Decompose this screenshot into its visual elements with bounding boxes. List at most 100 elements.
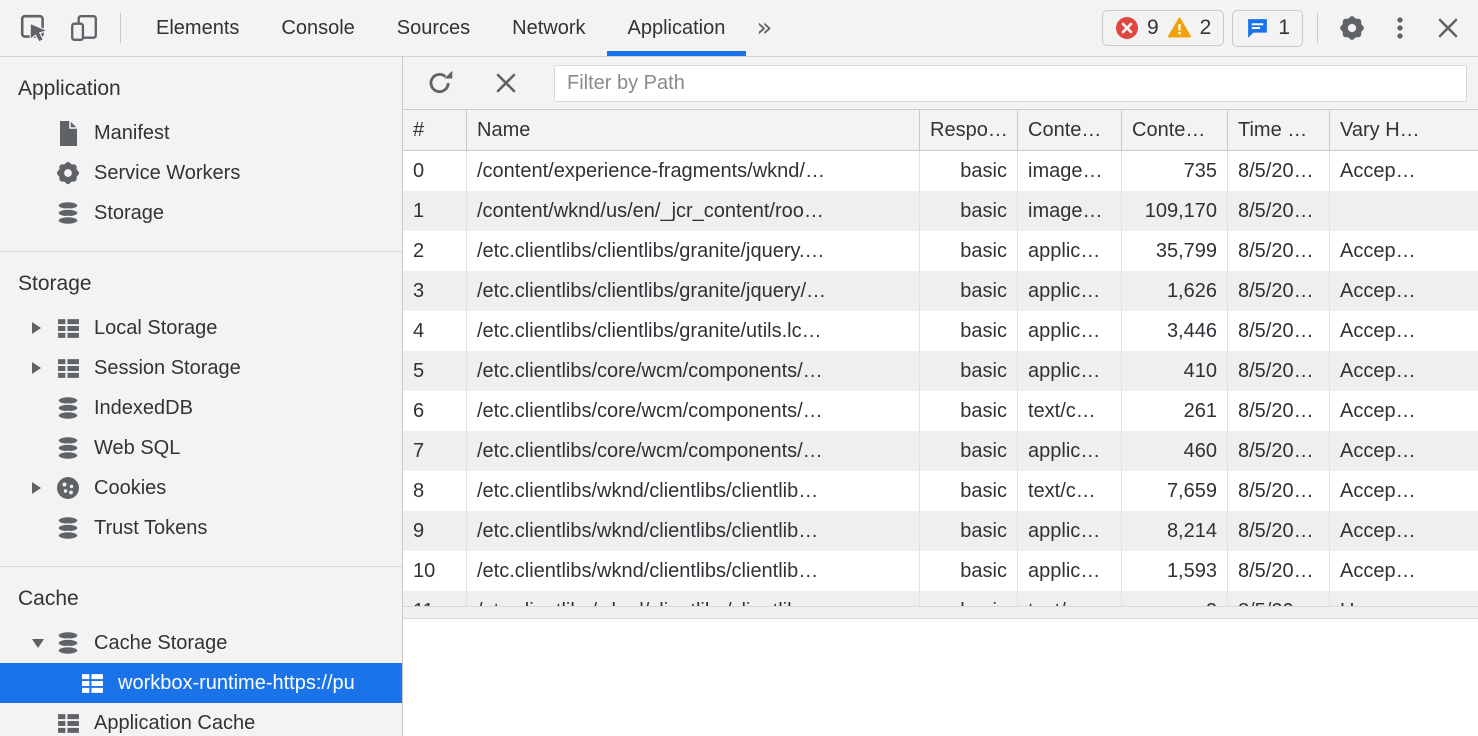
cell-content-type: applic… bbox=[1018, 511, 1122, 551]
cell-index: 11 bbox=[403, 591, 467, 606]
message-icon bbox=[1245, 16, 1270, 41]
table-icon bbox=[54, 316, 82, 341]
sidebar-item-label: Cookies bbox=[94, 477, 166, 500]
expander-collapsed-icon[interactable] bbox=[32, 482, 54, 494]
settings-button[interactable] bbox=[1332, 8, 1372, 48]
column-header-time-cached[interactable]: Time … bbox=[1228, 110, 1330, 150]
filter-by-path-input[interactable] bbox=[554, 65, 1467, 102]
cell-content-length: 1,593 bbox=[1122, 551, 1228, 591]
cell-response-type: basic bbox=[920, 231, 1018, 271]
cache-entry-preview-pane bbox=[403, 619, 1478, 736]
error-count: 9 bbox=[1147, 16, 1159, 40]
table-row[interactable]: 2 /etc.clientlibs/clientlibs/granite/jqu… bbox=[403, 231, 1478, 271]
sidebar-item-trust-tokens[interactable]: Trust Tokens bbox=[0, 508, 402, 548]
console-errors-warnings-badge[interactable]: 9 2 bbox=[1102, 10, 1224, 46]
cell-content-type: applic… bbox=[1018, 351, 1122, 391]
application-sidebar: Application Manifest bbox=[0, 57, 403, 736]
device-toolbar-icon bbox=[69, 13, 99, 43]
device-toolbar-button[interactable] bbox=[64, 8, 104, 48]
column-header-index[interactable]: # bbox=[403, 110, 467, 150]
table-row[interactable]: 3 /etc.clientlibs/clientlibs/granite/jqu… bbox=[403, 271, 1478, 311]
cell-time-cached: 8/5/20… bbox=[1228, 511, 1330, 551]
table-row[interactable]: 7 /etc.clientlibs/core/wcm/components/… … bbox=[403, 431, 1478, 471]
sidebar-item-session-storage[interactable]: Session Storage bbox=[0, 348, 402, 388]
cell-response-type: basic bbox=[920, 151, 1018, 191]
file-icon bbox=[54, 120, 82, 147]
table-row[interactable]: 8 /etc.clientlibs/wknd/clientlibs/client… bbox=[403, 471, 1478, 511]
table-row[interactable]: 4 /etc.clientlibs/clientlibs/granite/uti… bbox=[403, 311, 1478, 351]
cell-content-type: applic… bbox=[1018, 231, 1122, 271]
expander-expanded-icon[interactable] bbox=[32, 639, 54, 648]
cell-index: 4 bbox=[403, 311, 467, 351]
sidebar-item-storage[interactable]: Storage bbox=[0, 193, 402, 233]
table-icon bbox=[54, 356, 82, 381]
column-header-name[interactable]: Name bbox=[467, 110, 920, 150]
cell-vary-header: Accep… bbox=[1330, 271, 1478, 311]
column-header-response-type[interactable]: Respo… bbox=[920, 110, 1018, 150]
warning-count: 2 bbox=[1200, 16, 1212, 40]
cell-vary-header: Accep… bbox=[1330, 511, 1478, 551]
sidebar-item-cookies[interactable]: Cookies bbox=[0, 468, 402, 508]
tab-elements[interactable]: Elements bbox=[135, 0, 260, 56]
close-devtools-button[interactable] bbox=[1428, 8, 1468, 48]
cell-response-type: basic bbox=[920, 351, 1018, 391]
gear-icon bbox=[54, 159, 82, 187]
cell-response-type: basic bbox=[920, 431, 1018, 471]
cell-index: 3 bbox=[403, 271, 467, 311]
cell-index: 6 bbox=[403, 391, 467, 431]
section-title: Cache bbox=[0, 583, 402, 623]
cell-time-cached: 8/5/20… bbox=[1228, 351, 1330, 391]
sidebar-item-local-storage[interactable]: Local Storage bbox=[0, 308, 402, 348]
table-row[interactable]: 10 /etc.clientlibs/wknd/clientlibs/clien… bbox=[403, 551, 1478, 591]
close-icon bbox=[494, 71, 518, 95]
table-row[interactable]: 11 /etc.clientlibs/wknd/clientlibs/clien… bbox=[403, 591, 1478, 606]
table-icon bbox=[78, 671, 106, 696]
tab-console[interactable]: Console bbox=[260, 0, 375, 56]
cell-response-type: basic bbox=[920, 271, 1018, 311]
sidebar-item-label: Storage bbox=[94, 202, 164, 225]
tab-sources[interactable]: Sources bbox=[376, 0, 491, 56]
more-options-button[interactable] bbox=[1380, 8, 1420, 48]
tab-application[interactable]: Application bbox=[607, 0, 747, 56]
sidebar-item-indexeddb[interactable]: IndexedDB bbox=[0, 388, 402, 428]
horizontal-scrollbar[interactable] bbox=[403, 606, 1478, 619]
toolbar-divider bbox=[120, 13, 121, 43]
sidebar-item-label: Trust Tokens bbox=[94, 517, 207, 540]
refresh-button[interactable] bbox=[420, 63, 460, 103]
table-row[interactable]: 6 /etc.clientlibs/core/wcm/components/… … bbox=[403, 391, 1478, 431]
cell-content-length: 460 bbox=[1122, 431, 1228, 471]
toolbar-divider bbox=[1317, 13, 1318, 43]
refresh-icon bbox=[426, 69, 454, 97]
expander-collapsed-icon[interactable] bbox=[32, 362, 54, 374]
cell-content-type: applic… bbox=[1018, 551, 1122, 591]
cell-index: 7 bbox=[403, 431, 467, 471]
table-row[interactable]: 0 /content/experience-fragments/wknd/… b… bbox=[403, 151, 1478, 191]
sidebar-item-cache-storage[interactable]: Cache Storage bbox=[0, 623, 402, 663]
sidebar-item-web-sql[interactable]: Web SQL bbox=[0, 428, 402, 468]
cell-index: 0 bbox=[403, 151, 467, 191]
cookie-icon bbox=[54, 475, 82, 501]
sidebar-item-label: Manifest bbox=[94, 122, 170, 145]
sidebar-item-manifest[interactable]: Manifest bbox=[0, 113, 402, 153]
issues-badge[interactable]: 1 bbox=[1232, 10, 1303, 47]
cell-time-cached: 8/5/20… bbox=[1228, 551, 1330, 591]
delete-selected-button[interactable] bbox=[486, 63, 526, 103]
more-tabs-button[interactable]: » bbox=[746, 0, 782, 56]
expander-collapsed-icon[interactable] bbox=[32, 322, 54, 334]
column-header-vary-header[interactable]: Vary H… bbox=[1330, 110, 1478, 150]
section-title: Application bbox=[0, 73, 402, 113]
table-row[interactable]: 1 /content/wknd/us/en/_jcr_content/roo… … bbox=[403, 191, 1478, 231]
sidebar-item-label: IndexedDB bbox=[94, 397, 193, 420]
database-icon bbox=[54, 395, 82, 422]
column-header-content-type[interactable]: Conte… bbox=[1018, 110, 1122, 150]
table-row[interactable]: 9 /etc.clientlibs/wknd/clientlibs/client… bbox=[403, 511, 1478, 551]
sidebar-item-application-cache[interactable]: Application Cache bbox=[0, 703, 402, 736]
table-row[interactable]: 5 /etc.clientlibs/core/wcm/components/… … bbox=[403, 351, 1478, 391]
sidebar-item-workbox-cache[interactable]: workbox-runtime-https://pu bbox=[0, 663, 402, 703]
column-header-content-length[interactable]: Conte… bbox=[1122, 110, 1228, 150]
inspect-element-button[interactable] bbox=[14, 8, 54, 48]
cell-vary-header: U… bbox=[1330, 591, 1478, 606]
sidebar-item-service-workers[interactable]: Service Workers bbox=[0, 153, 402, 193]
tab-network[interactable]: Network bbox=[491, 0, 606, 56]
cell-vary-header: Accep… bbox=[1330, 231, 1478, 271]
